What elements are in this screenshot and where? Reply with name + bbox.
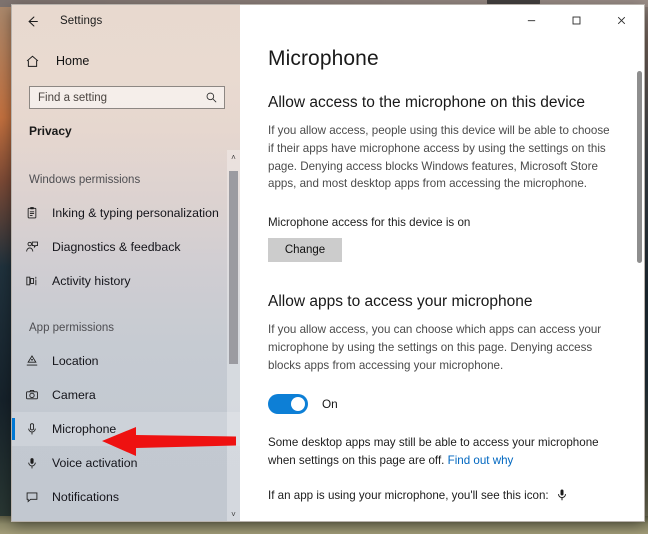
- toggle-knob: [291, 397, 305, 412]
- microphone-access-status: Microphone access for this device is on: [268, 215, 471, 229]
- home-icon: [12, 54, 52, 69]
- clipboard-icon: [12, 206, 52, 220]
- back-arrow-icon: [28, 15, 38, 27]
- section-heading-apps-access: Allow apps to access your microphone: [268, 292, 533, 310]
- content-scrollbar-thumb[interactable]: [637, 71, 642, 263]
- microphone-access-toggle[interactable]: [268, 394, 308, 415]
- section-body-device-access: If you allow access, people using this d…: [268, 124, 610, 191]
- sidebar-scroll-region: Windows permissions Inking & typing pers…: [12, 150, 240, 521]
- notification-icon: [12, 490, 52, 504]
- voice-activation-icon: [12, 456, 52, 470]
- microphone-icon: [12, 422, 52, 436]
- content-scrollbar[interactable]: [637, 41, 642, 515]
- sidebar-item-notifications[interactable]: Notifications: [12, 480, 240, 514]
- sidebar-item-label: Location: [52, 354, 99, 368]
- sidebar-scrollbar[interactable]: ˄ ˅: [227, 150, 240, 521]
- section-heading-device-access: Allow access to the microphone on this d…: [268, 94, 586, 111]
- sidebar-item-label: Microphone: [52, 422, 117, 436]
- sidebar-item-label: Diagnostics & feedback: [52, 240, 181, 254]
- page-title: Microphone: [268, 47, 379, 70]
- settings-window: Settings Home Privacy Windo: [12, 5, 644, 521]
- sidebar-item-label: Inking & typing personalization: [52, 206, 219, 220]
- sidebar-item-label: Notifications: [52, 490, 119, 504]
- activity-history-icon: [12, 274, 52, 288]
- sidebar-titlebar: Settings: [12, 5, 240, 37]
- sidebar-item-home[interactable]: Home: [12, 47, 240, 75]
- settings-sidebar: Settings Home Privacy Windo: [12, 5, 240, 521]
- sidebar-item-microphone[interactable]: Microphone: [12, 412, 240, 446]
- microphone-toggle-row: On: [240, 374, 644, 415]
- sidebar-item-home-label: Home: [56, 54, 90, 68]
- sidebar-item-voice-activation[interactable]: Voice activation: [12, 446, 240, 480]
- window-title: Settings: [60, 15, 103, 27]
- microphone-icon: [556, 488, 568, 508]
- sidebar-item-label: Activity history: [52, 274, 131, 288]
- change-button[interactable]: Change: [268, 237, 342, 262]
- desktop-apps-note-text: Some desktop apps may still be able to a…: [268, 436, 599, 467]
- location-pin-icon: [12, 354, 52, 368]
- section-body-apps-access: If you allow access, you can choose whic…: [268, 323, 602, 372]
- search-box[interactable]: [29, 86, 225, 109]
- microphone-in-use-note: If an app is using your microphone, you'…: [240, 469, 644, 508]
- sidebar-group-header-app-permissions: App permissions: [29, 322, 115, 334]
- sidebar-item-activity-history[interactable]: Activity history: [12, 264, 240, 298]
- sidebar-item-inking-typing-personalization[interactable]: Inking & typing personalization: [12, 196, 240, 230]
- content-scroll-body: Microphone Allow access to the microphon…: [240, 5, 644, 521]
- find-out-why-link[interactable]: Find out why: [448, 454, 514, 467]
- sidebar-item-label: Voice activation: [52, 456, 138, 470]
- desktop-apps-note: Some desktop apps may still be able to a…: [240, 414, 644, 469]
- sidebar-item-camera[interactable]: Camera: [12, 378, 240, 412]
- search-icon: [205, 91, 218, 104]
- section-heading-store-apps: Choose which Microsoft Store apps can ac…: [240, 508, 644, 521]
- scroll-up-icon[interactable]: ˄: [227, 150, 240, 164]
- toggle-state-label: On: [322, 397, 338, 412]
- sidebar-scrollbar-thumb[interactable]: [229, 171, 238, 364]
- microphone-in-use-note-text: If an app is using your microphone, you'…: [268, 489, 549, 503]
- camera-icon: [12, 388, 52, 402]
- back-button[interactable]: [12, 6, 52, 36]
- sidebar-category-title: Privacy: [29, 124, 72, 138]
- sidebar-group-header-windows-permissions: Windows permissions: [29, 174, 141, 186]
- sidebar-item-diagnostics-feedback[interactable]: Diagnostics & feedback: [12, 230, 240, 264]
- scroll-down-icon[interactable]: ˅: [227, 507, 240, 521]
- search-input[interactable]: [30, 86, 205, 109]
- settings-content-pane: Microphone Allow access to the microphon…: [240, 5, 644, 521]
- sidebar-item-label: Camera: [52, 388, 96, 402]
- sidebar-item-location[interactable]: Location: [12, 344, 240, 378]
- feedback-person-icon: [12, 240, 52, 254]
